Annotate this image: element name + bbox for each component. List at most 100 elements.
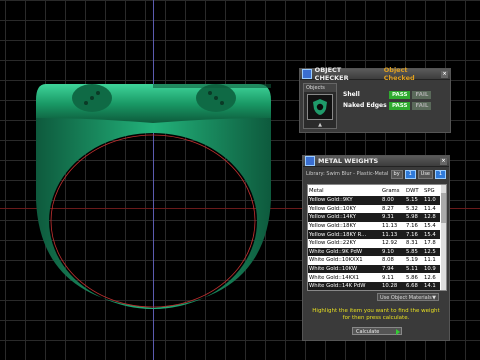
- shield-icon: [307, 94, 333, 120]
- cell-spg: 11.1: [422, 256, 440, 265]
- by-button[interactable]: by: [390, 169, 403, 179]
- ring-head: [36, 84, 271, 123]
- cell-metal: Yellow Gold::18KY R...: [308, 230, 382, 239]
- table-row[interactable]: Yellow Gold::22KY 12.92 8.31 17.8: [308, 238, 440, 248]
- material-select-value: Use Object Materials: [380, 295, 432, 301]
- check-row-naked-edges: Naked Edges PASS FAIL: [341, 101, 448, 110]
- object-checker-titlebar[interactable]: OBJECT CHECKER Object Checked ×: [300, 66, 450, 82]
- cell-metal: White Gold::10KXX1: [308, 256, 382, 265]
- objects-thumbnail[interactable]: Objects ▲: [303, 83, 337, 129]
- col-dwt[interactable]: DWT: [405, 185, 423, 196]
- use-toggle[interactable]: 1: [435, 169, 446, 179]
- library-bar: Library: Swim Blur - Plastic-Metal by 1 …: [303, 167, 449, 181]
- checker-icon: [302, 69, 312, 79]
- cell-dwt: 7.16: [405, 230, 423, 239]
- cell-metal: White Gold::14KX1: [308, 273, 382, 282]
- table-row[interactable]: Yellow Gold::10KY 8.27 5.32 11.4: [308, 204, 440, 214]
- cell-grams: 8.08: [381, 256, 406, 265]
- chevron-up-icon[interactable]: ▲: [304, 122, 336, 128]
- cell-spg: 14.1: [422, 281, 440, 290]
- cell-dwt: 5.32: [405, 204, 423, 214]
- cell-dwt: 5.19: [405, 256, 423, 265]
- objects-caption: Objects: [304, 84, 336, 92]
- table-row[interactable]: White Gold::9K PdW 9.10 5.85 12.5: [308, 247, 440, 257]
- cell-grams: 9.31: [381, 213, 406, 222]
- col-metal[interactable]: Metal: [308, 185, 382, 196]
- material-select[interactable]: Use Object Materials ▼: [377, 293, 439, 301]
- col-grams[interactable]: Grams: [381, 185, 406, 196]
- cell-metal: White Gold::9K PdW: [308, 247, 382, 257]
- cell-metal: Yellow Gold::9KY: [308, 196, 382, 205]
- cell-metal: White Gold::14K PdW: [308, 281, 382, 290]
- use-button[interactable]: Use: [417, 169, 433, 179]
- fail-badge[interactable]: FAIL: [412, 101, 432, 110]
- table-scrollbar[interactable]: [441, 185, 446, 290]
- cell-metal: Yellow Gold::14KY: [308, 213, 382, 222]
- help-text-line: Highlight the item you want to find the …: [312, 308, 440, 314]
- cell-metal: Yellow Gold::22KY: [308, 238, 382, 248]
- close-icon[interactable]: ×: [440, 157, 447, 165]
- cell-metal: Yellow Gold::18KY: [308, 221, 382, 231]
- table-header-row: Metal Grams DWT SPG: [308, 185, 440, 196]
- cell-dwt: 5.11: [405, 264, 423, 274]
- metal-weights-titlebar[interactable]: METAL WEIGHTS ×: [303, 156, 449, 167]
- table-row[interactable]: White Gold::10KW 7.94 5.11 10.9: [308, 264, 440, 274]
- help-text-line: for then press calculate.: [342, 315, 410, 321]
- table-row[interactable]: Yellow Gold::9KY 8.00 5.15 11.0: [308, 196, 440, 205]
- check-label: Shell: [343, 91, 360, 98]
- library-label: Library: Swim Blur - Plastic-Metal: [306, 171, 389, 177]
- cell-metal: Yellow Gold::10KY: [308, 204, 382, 214]
- pass-badge[interactable]: PASS: [389, 90, 411, 99]
- cell-spg: 11.0: [422, 196, 440, 205]
- cell-spg: 12.6: [422, 273, 440, 282]
- cell-dwt: 7.16: [405, 221, 423, 231]
- cell-grams: 7.94: [381, 264, 406, 274]
- cell-grams: 8.27: [381, 204, 406, 214]
- cell-spg: 12.8: [422, 213, 440, 222]
- calculate-label: Calculate: [356, 329, 380, 335]
- cell-grams: 11.13: [381, 221, 406, 231]
- metal-weights-panel: METAL WEIGHTS × Library: Swim Blur - Pla…: [302, 155, 450, 341]
- table-row[interactable]: White Gold::14K PdW 10.28 6.68 14.1: [308, 281, 440, 290]
- cell-spg: 17.8: [422, 238, 440, 248]
- calculate-button[interactable]: Calculate: [352, 327, 402, 335]
- table-row[interactable]: Yellow Gold::18KY R... 11.13 7.16 15.4: [308, 230, 440, 239]
- table-row[interactable]: Yellow Gold::18KY 11.13 7.16 15.4: [308, 221, 440, 231]
- by-toggle[interactable]: 1: [404, 169, 416, 179]
- help-text: Highlight the item you want to find the …: [307, 308, 445, 322]
- metal-weights-title: METAL WEIGHTS: [318, 157, 379, 165]
- check-row-shell: Shell PASS FAIL: [341, 90, 448, 99]
- fail-badge[interactable]: FAIL: [412, 90, 432, 99]
- cell-grams: 10.28: [381, 281, 406, 290]
- metal-table[interactable]: Metal Grams DWT SPG Yellow Gold::9KY 8.00…: [307, 184, 447, 291]
- cell-grams: 12.92: [381, 238, 406, 248]
- cell-grams: 11.13: [381, 230, 406, 239]
- cell-spg: 15.4: [422, 230, 440, 239]
- cell-spg: 11.4: [422, 204, 440, 214]
- object-checker-panel: OBJECT CHECKER Object Checked × Objects …: [299, 66, 451, 133]
- cell-grams: 9.11: [381, 273, 406, 282]
- cell-grams: 8.00: [381, 196, 406, 205]
- table-row[interactable]: White Gold::14KX1 9.11 5.86 12.6: [308, 273, 440, 282]
- play-icon: [396, 329, 400, 335]
- cell-dwt: 5.98: [405, 213, 423, 222]
- cell-metal: White Gold::10KW: [308, 264, 382, 274]
- cell-spg: 10.9: [422, 264, 440, 274]
- cell-spg: 12.5: [422, 247, 440, 257]
- table-row[interactable]: Yellow Gold::14KY 9.31 5.98 12.8: [308, 213, 440, 222]
- cell-grams: 9.10: [381, 247, 406, 257]
- check-label: Naked Edges: [343, 102, 387, 109]
- cell-dwt: 8.31: [405, 238, 423, 248]
- cell-dwt: 5.86: [405, 273, 423, 282]
- finger-size-outline: [50, 134, 256, 308]
- scale-icon: [305, 156, 315, 166]
- chevron-down-icon: ▼: [432, 295, 436, 301]
- cell-dwt: 5.85: [405, 247, 423, 257]
- cell-dwt: 6.68: [405, 281, 423, 290]
- pass-badge[interactable]: PASS: [389, 101, 411, 110]
- cell-spg: 15.4: [422, 221, 440, 231]
- close-icon[interactable]: ×: [441, 70, 448, 78]
- cell-dwt: 5.15: [405, 196, 423, 205]
- col-spg[interactable]: SPG: [422, 185, 440, 196]
- table-row[interactable]: White Gold::10KXX1 8.08 5.19 11.1: [308, 256, 440, 265]
